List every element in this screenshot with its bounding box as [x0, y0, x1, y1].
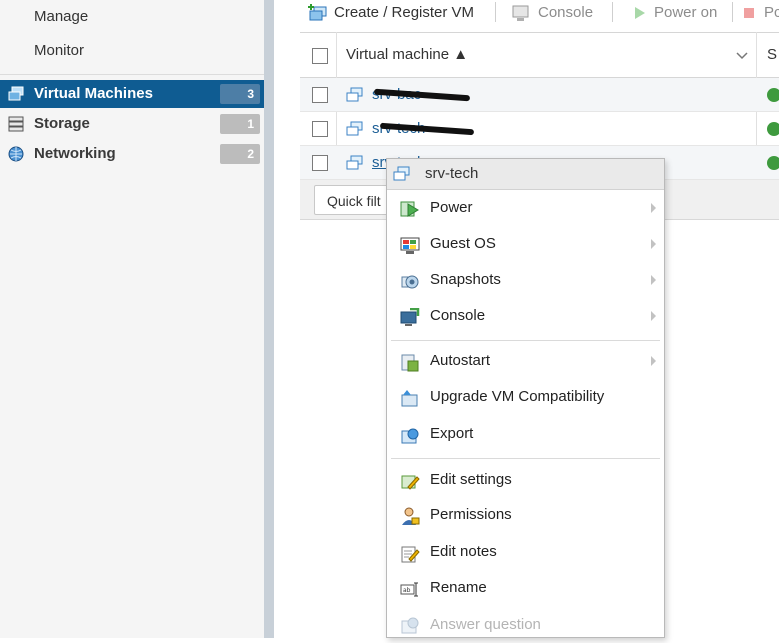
edit-settings-icon [401, 475, 420, 490]
create-register-vm-label: Create / Register VM [334, 4, 475, 21]
context-menu-title: srv-tech [387, 159, 664, 190]
status-ok-icon [767, 156, 779, 170]
stop-icon [744, 8, 754, 18]
menu-item-label: Autostart [430, 352, 491, 369]
column-header-status[interactable]: S [767, 46, 777, 63]
menu-item-label: Power [430, 199, 473, 216]
menu-item-rename[interactable]: ab Rename [387, 572, 664, 606]
autostart-icon [401, 354, 419, 372]
power-icon [400, 201, 419, 217]
power-off-button[interactable]: Pc [742, 2, 779, 24]
network-icon [8, 146, 24, 162]
console-icon [400, 308, 420, 326]
menu-item-console[interactable]: Console [387, 300, 664, 334]
vm-icon [393, 166, 410, 181]
status-ok-icon [767, 122, 779, 136]
menu-item-autostart[interactable]: Autostart [387, 345, 664, 379]
answer-question-icon [401, 617, 419, 634]
export-icon [401, 428, 419, 444]
sidebar-item-label: Storage [34, 115, 90, 132]
vm-context-menu: srv-tech Power Guest OS Snapshots Consol… [386, 158, 665, 638]
power-on-button[interactable]: Power on [632, 2, 727, 24]
submenu-arrow-icon [651, 311, 656, 321]
edit-notes-icon [401, 546, 420, 563]
count-badge: 2 [220, 144, 260, 164]
toolbar-separator [495, 2, 496, 22]
menu-item-edit-settings[interactable]: Edit settings [387, 464, 664, 498]
vm-icon [346, 87, 363, 102]
vm-icon [346, 121, 363, 136]
sidebar-item-label: Virtual Machines [34, 85, 153, 102]
column-header-virtual-machine[interactable]: Virtual machine ▲ [346, 46, 468, 63]
submenu-arrow-icon [651, 356, 656, 366]
navigator-sidebar: Manage Monitor Virtual Machines 3 Storag… [0, 0, 264, 638]
chevron-down-icon[interactable] [736, 51, 748, 61]
menu-item-edit-notes[interactable]: Edit notes [387, 536, 664, 570]
menu-item-label: Edit settings [430, 471, 512, 488]
play-icon [635, 7, 645, 19]
create-register-vm-button[interactable]: Create / Register VM [308, 2, 488, 24]
row-checkbox[interactable] [312, 87, 328, 103]
power-off-label: Pc [764, 4, 779, 21]
sidebar-item-storage[interactable]: Storage 1 [0, 110, 264, 138]
menu-item-label: Export [430, 425, 474, 442]
submenu-arrow-icon [651, 275, 656, 285]
sidebar-item-networking[interactable]: Networking 2 [0, 140, 264, 168]
row-checkbox[interactable] [312, 121, 328, 137]
vm-icon [346, 155, 363, 170]
create-vm-icon [308, 4, 327, 21]
grid-header: Virtual machine ▲ S [300, 32, 779, 78]
menu-item-label: Guest OS [430, 235, 496, 252]
sidebar-item-manage[interactable]: Manage [34, 4, 88, 30]
select-all-checkbox[interactable] [312, 48, 328, 64]
menu-item-export[interactable]: Export [387, 418, 664, 452]
context-menu-title-label: srv-tech [425, 165, 479, 182]
menu-item-label: Upgrade VM Compatibility [430, 388, 605, 405]
menu-item-power[interactable]: Power [387, 192, 664, 226]
status-ok-icon [767, 88, 779, 102]
menu-separator [391, 340, 660, 341]
snapshots-icon [401, 275, 419, 289]
submenu-arrow-icon [651, 203, 656, 213]
console-button[interactable]: Console [512, 2, 602, 24]
sidebar-divider [0, 74, 264, 75]
submenu-arrow-icon [651, 239, 656, 249]
menu-item-label: Permissions [430, 506, 512, 523]
table-row[interactable]: srv-bac [300, 78, 779, 112]
menu-item-label: Snapshots [430, 271, 501, 288]
toolbar-separator [612, 2, 613, 22]
svg-text:ab: ab [403, 587, 411, 594]
menu-item-snapshots[interactable]: Snapshots [387, 264, 664, 298]
sidebar-item-label: Networking [34, 145, 116, 162]
toolbar-separator [732, 2, 733, 22]
console-icon [512, 5, 529, 21]
sidebar-item-monitor[interactable]: Monitor [34, 38, 84, 64]
count-badge: 1 [220, 114, 260, 134]
menu-item-label: Rename [430, 579, 487, 596]
power-on-label: Power on [654, 4, 718, 21]
count-badge: 3 [220, 84, 260, 104]
storage-icon [8, 116, 24, 132]
menu-item-guest-os[interactable]: Guest OS [387, 228, 664, 262]
menu-item-label: Console [430, 307, 486, 324]
menu-item-permissions[interactable]: Permissions [387, 499, 664, 533]
upgrade-icon [401, 390, 418, 407]
row-checkbox[interactable] [312, 155, 328, 171]
pane-splitter[interactable] [264, 0, 274, 638]
console-label: Console [538, 4, 594, 21]
sidebar-item-virtual-machines[interactable]: Virtual Machines 3 [0, 80, 264, 108]
menu-separator [391, 458, 660, 459]
menu-item-label: Answer question [430, 616, 541, 633]
vm-icon [8, 86, 24, 101]
menu-item-upgrade-vm-compatibility[interactable]: Upgrade VM Compatibility [387, 381, 664, 415]
menu-item-label: Edit notes [430, 543, 497, 560]
rename-icon: ab [400, 582, 418, 597]
guest-os-icon [400, 237, 420, 254]
permissions-icon [402, 507, 420, 525]
table-row[interactable]: srv-tech [300, 112, 779, 146]
